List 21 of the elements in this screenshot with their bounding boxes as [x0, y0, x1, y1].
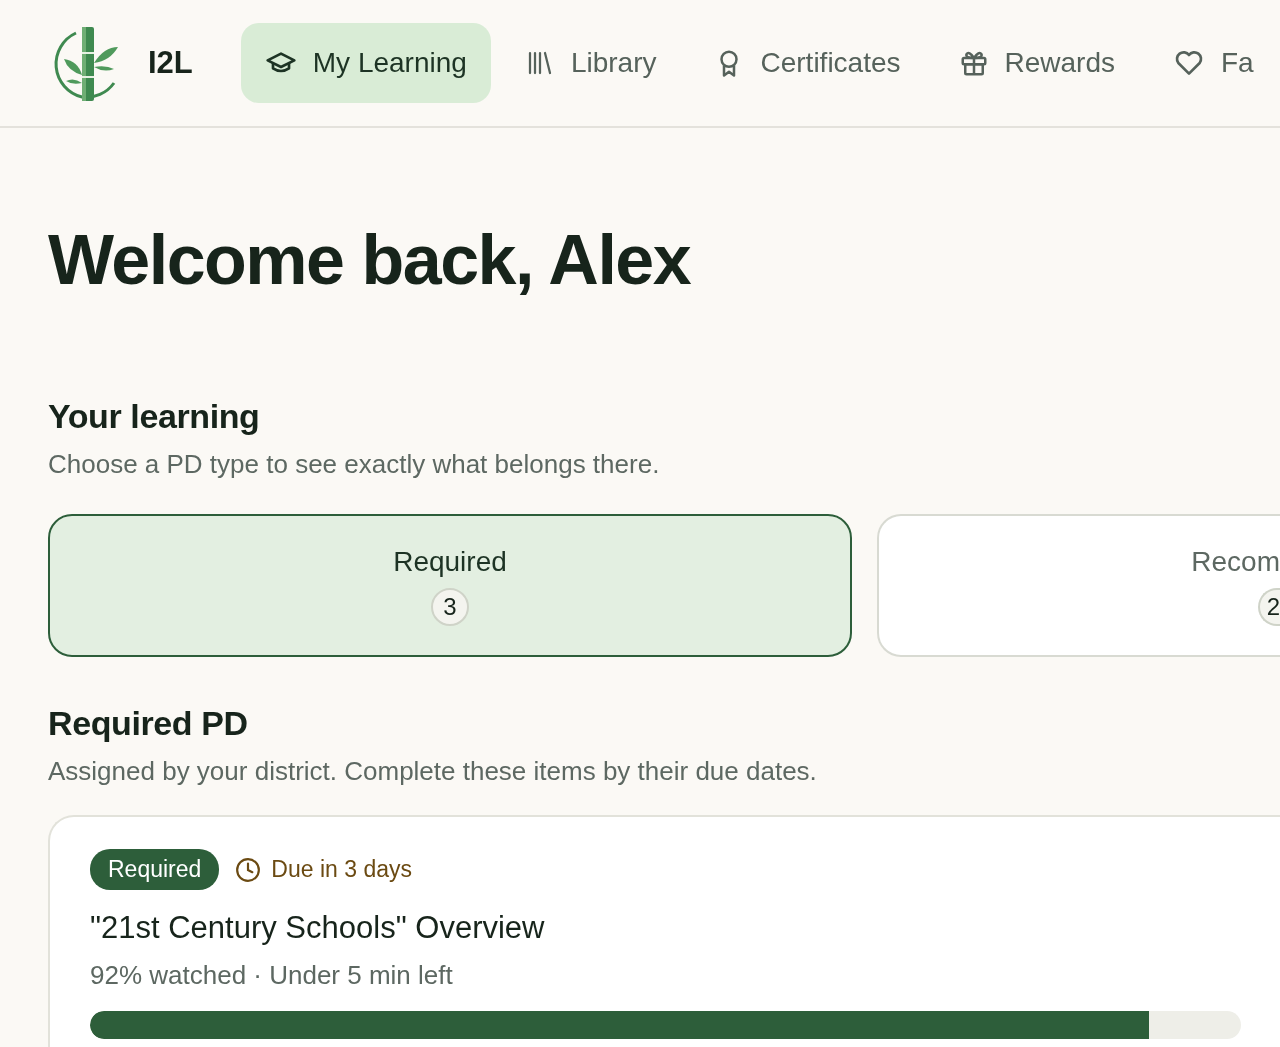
pd-type-tab[interactable]: Required 3: [48, 514, 852, 657]
nav-tab[interactable]: Rewards: [934, 23, 1139, 103]
brand-name: I2L: [148, 45, 193, 81]
section-description: Assigned by your district. Complete these items by their due dates.: [48, 755, 818, 787]
clock-icon: [235, 856, 262, 883]
required-badge: Required: [90, 849, 220, 890]
count-badge: 3: [431, 587, 469, 626]
count-badge: 2: [1258, 587, 1280, 626]
nav-tab[interactable]: Fa: [1149, 23, 1278, 103]
section-heading: Your learning: [48, 396, 261, 436]
nav-tab[interactable]: Library: [500, 23, 681, 103]
course-card[interactable]: Required Due in 3 days "21st Century Schools" Overview 92% watched · Under 5 min left: [48, 815, 1280, 1047]
nav-tab[interactable]: My Learning: [240, 23, 491, 103]
course-title: "21st Century Schools" Overview: [90, 910, 546, 946]
pd-type-tab[interactable]: Recom 2: [877, 514, 1280, 657]
nav-tab[interactable]: Certificates: [690, 23, 925, 103]
section-heading: Required PD: [48, 703, 249, 743]
progress-text: 92% watched · Under 5 min left: [90, 960, 454, 991]
section-description: Choose a PD type to see exactly what belongs there.: [48, 448, 661, 480]
due-date: Due in 3 days: [271, 856, 412, 883]
welcome-heading: Welcome back, Alex: [48, 220, 692, 301]
